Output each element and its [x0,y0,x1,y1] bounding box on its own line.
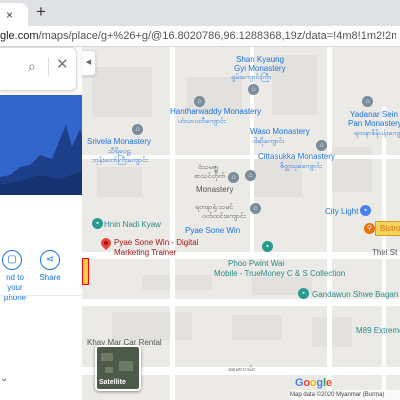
place-label[interactable]: Mobile - TrueMoney C & S Collection [214,269,345,279]
url-host: gle.com [0,30,39,42]
place-label[interactable]: Pan Monastery [348,119,400,129]
satellite-toggle-button[interactable]: Satellite [95,345,141,391]
monastery-pin-icon[interactable]: ⌂ [132,124,143,135]
place-label-local: ရှမ်းကျောင်းကြီး [231,74,271,81]
place-label[interactable]: M89 Extreme [356,326,400,336]
place-label: Monastery [196,185,234,194]
place-label-local: စိတ္တသုခကျောင်း [280,163,322,170]
tab-close-icon[interactable]: × [6,8,13,22]
satellite-texture [119,361,133,371]
place-panel: ⌕ ✕ ▢ nd to your phone ⋖ Share ⌄ [0,47,82,400]
street-label: ခေမာလမ်း [228,366,255,373]
monastery-pin-icon[interactable]: ⌂ [245,170,256,181]
map-block [112,312,192,340]
map-road [327,47,332,400]
place-label[interactable]: Cittasukka Monastery [258,152,335,162]
panel-divider [0,295,82,296]
place-label[interactable]: Gandawun Shwe Bagan [312,290,398,300]
monastery-pin-icon[interactable]: ⌂ [248,84,259,95]
map-road [82,299,400,306]
google-logo: Google [295,377,332,389]
send-to-phone-label-line: nd to your [6,273,24,292]
satellite-label: Satellite [99,379,126,386]
browser-tab-bar: × + [0,0,400,26]
map-block [232,315,282,340]
place-label[interactable]: Phoo Pwint Wai [228,259,284,269]
place-label: စာသင်တိုက် [194,173,226,180]
browser-tab[interactable]: × [0,3,28,26]
map-road [170,47,175,400]
place-label[interactable]: Bistropedia [380,224,400,234]
monastery-pin-icon[interactable]: ⌂ [362,96,373,107]
url-path: /maps/place/g+%26+g/@16.8020786,96.12883… [38,30,396,42]
search-divider [48,58,49,76]
collapse-panel-button[interactable]: ◀ [82,50,96,76]
map-block [92,67,152,117]
search-box[interactable]: ⌕ ✕ [0,47,77,91]
place-label-local: ရတနာစိန်ပန်းကျောင်း [354,130,400,137]
place-label[interactable]: City Light [325,207,358,217]
new-tab-button[interactable]: + [36,2,46,22]
google-logo-letter: e [325,377,332,389]
selected-place-label[interactable]: Pyae Sone Win - Digital [114,238,198,248]
expand-chevron-icon[interactable]: ⌄ [0,373,8,384]
highlight-marker [82,258,89,285]
map-attribution[interactable]: Map data ©2020 Myanmar (Burma) [290,390,400,400]
satellite-texture [101,353,113,361]
place-label[interactable]: Waso Monastery [250,127,310,137]
place-label: ဝတ်ထင်းကျောင်း [202,213,246,220]
share-icon[interactable]: ⋖ [40,250,60,270]
shop-pin-icon[interactable]: ▪ [360,205,371,216]
monastery-pin-icon[interactable]: ⌂ [194,96,205,107]
place-label[interactable]: Hantharwaddy Monastery [170,107,261,117]
place-label-local: ဝါဆိုကျောင်း [252,138,285,145]
pin-dot [103,240,109,246]
map-block [332,147,372,192]
place-label-local: ဘုန်းတော်ကြီးကျောင်း [92,157,148,164]
address-bar[interactable]: gle.com/maps/place/g+%26+g/@16.8020786,9… [0,28,396,44]
map-block [142,275,212,290]
place-label[interactable]: Srivela Monastery [87,137,151,147]
place-label[interactable]: Hnin Nadi Kyaw [104,220,161,230]
monastery-pin-icon[interactable]: ⌂ [316,140,327,151]
send-to-phone-icon[interactable]: ▢ [2,250,22,270]
restaurant-pin-icon[interactable]: ⚲ [364,223,375,234]
map-block [312,317,352,347]
monastery-pin-icon[interactable]: ⌂ [250,203,261,214]
send-to-phone-label[interactable]: nd to your phone [0,273,30,303]
place-photo[interactable] [0,95,82,195]
shop-pin-icon[interactable]: ▪ [92,218,103,229]
search-icon[interactable]: ⌕ [28,58,36,75]
place-label-local: ဟံသာဝတီကျောင်း [178,118,226,125]
shop-pin-icon[interactable]: ▪ [262,241,273,252]
photo-silhouette [0,125,82,195]
monastery-pin-icon[interactable]: ⌂ [228,172,239,183]
satellite-texture [105,367,113,373]
shop-pin-icon[interactable]: ▪ [298,288,309,299]
street-label: Thiri St [372,248,398,257]
map-block [97,167,142,197]
browser-toolbar: gle.com/maps/place/g+%26+g/@16.8020786,9… [0,26,400,47]
share-label[interactable]: Share [38,273,62,283]
place-label[interactable]: Pyae Sone Win [185,226,240,236]
close-icon[interactable]: ✕ [56,55,69,73]
selected-place-label[interactable]: Marketing Trainer [114,248,176,258]
